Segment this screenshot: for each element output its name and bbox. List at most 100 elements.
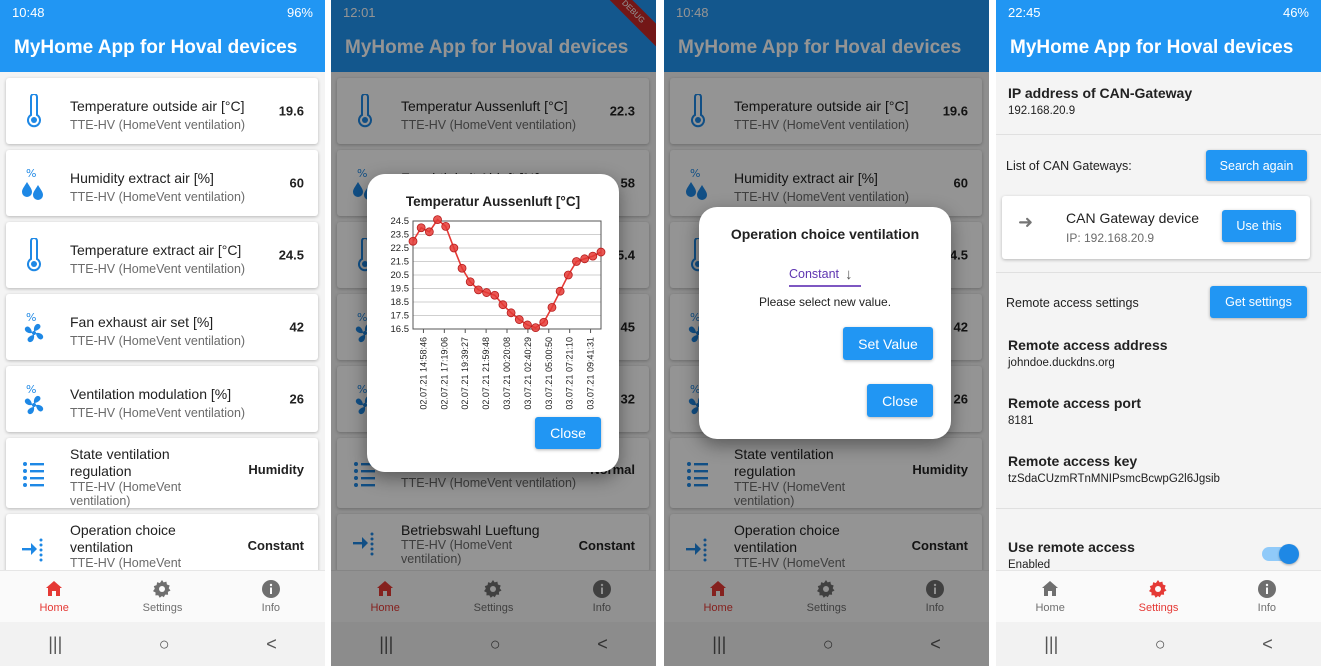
settings-body: IP address of CAN-Gateway 192.168.20.9 L…: [996, 72, 1321, 570]
list-icon: [20, 456, 48, 490]
use-remote-access-label: Use remote access: [1008, 539, 1135, 555]
nav-home-label: Home: [1035, 602, 1065, 614]
thermometer-icon: [20, 238, 48, 272]
close-button[interactable]: Close: [535, 417, 601, 449]
data-point: [506, 308, 516, 318]
arrow-down-icon: ↓: [845, 265, 853, 283]
chart-title: Temperatur Aussenluft [°C]: [406, 194, 580, 209]
status-bar: 10:48 96%: [0, 0, 325, 24]
nav-settings-label: Settings: [142, 602, 183, 614]
use-remote-access-status: Enabled: [1008, 559, 1051, 570]
remote-key-label: Remote access key: [1008, 453, 1138, 469]
phone-screen-chart: 12:01 DEBUG MyHome App for Hoval devices…: [331, 0, 656, 666]
data-point: [473, 285, 483, 295]
card-temperature-extract[interactable]: Temperature extract air [°C] TTE-HV (Hom…: [6, 222, 318, 288]
fan-icon: [20, 382, 48, 416]
card-value: 42: [289, 319, 304, 335]
remote-address-value[interactable]: johndoe.duckdns.org: [1008, 357, 1115, 369]
data-point: [531, 323, 541, 333]
remote-address-label: Remote access address: [1008, 337, 1168, 353]
card-operation-choice[interactable]: Operation choice ventilation TTE-HV (Hom…: [6, 514, 318, 570]
search-again-button[interactable]: Search again: [1206, 150, 1307, 181]
data-point: [547, 302, 557, 312]
card-subtitle: TTE-HV (HomeVent ventilation): [70, 556, 182, 570]
card-humidity-extract[interactable]: Humidity extract air [%] TTE-HV (HomeVen…: [6, 150, 318, 216]
data-point: [596, 247, 606, 257]
humidity-icon: [20, 166, 48, 200]
operation-choice-dialog: Operation choice ventilation Constant ↓ …: [699, 207, 951, 439]
nav-info[interactable]: Info: [217, 571, 325, 622]
recents-button[interactable]: |||: [1044, 634, 1058, 655]
nav-settings[interactable]: Settings: [1104, 571, 1212, 622]
system-navigation: ||| ○ <: [996, 622, 1321, 666]
close-button[interactable]: Close: [867, 384, 933, 417]
system-home-button[interactable]: ○: [1155, 634, 1166, 655]
y-tick-label: 22.5: [391, 243, 410, 254]
card-title: Temperature extract air [°C]: [70, 242, 242, 258]
divider: [996, 508, 1321, 509]
remote-access-toggle[interactable]: [1262, 544, 1299, 564]
x-tick-label: 02.07.21 14:58:46: [418, 337, 428, 410]
data-point: [449, 243, 459, 253]
nav-info-label: Info: [261, 602, 280, 614]
gateway-ip: IP: 192.168.20.9: [1066, 231, 1155, 245]
data-point: [465, 277, 475, 287]
x-tick-label: 03.07.21 07:21:10: [565, 337, 575, 410]
home-icon: [44, 579, 64, 599]
card-subtitle: TTE-HV (HomeVent ventilation): [70, 480, 182, 508]
card-subtitle: TTE-HV (HomeVent ventilation): [70, 190, 246, 204]
status-time: 22:45: [1008, 4, 1041, 20]
home-icon: [1040, 579, 1060, 599]
system-home-button[interactable]: ○: [159, 634, 170, 655]
x-tick-label: 02.07.21 19:39:27: [460, 337, 470, 410]
data-point: [433, 215, 442, 225]
temperature-chart: Temperatur Aussenluft [°C] 24.5 23.5 22.5 2…: [391, 194, 606, 410]
set-value-button[interactable]: Set Value: [843, 327, 933, 360]
gear-icon: [1148, 579, 1168, 599]
app-title: MyHome App for Hoval devices: [996, 24, 1321, 72]
back-button[interactable]: <: [1262, 634, 1273, 655]
remote-port-value[interactable]: 8181: [1008, 415, 1034, 427]
card-value: 60: [289, 175, 304, 191]
data-point: [408, 236, 418, 246]
nav-home[interactable]: Home: [996, 571, 1104, 622]
card-value: 19.6: [278, 103, 304, 119]
card-title: Fan exhaust air set [%]: [70, 314, 214, 330]
card-value: 24.5: [278, 247, 304, 263]
y-tick-label: 23.5: [391, 230, 410, 241]
arrow-right-icon: ➜: [1018, 212, 1034, 232]
x-tick-label: 03.07.21 09:41:31: [586, 337, 596, 410]
get-settings-button[interactable]: Get settings: [1210, 286, 1307, 318]
nav-home[interactable]: Home: [0, 571, 108, 622]
ip-address-label: IP address of CAN-Gateway: [1008, 85, 1193, 101]
info-icon: [1257, 579, 1277, 599]
y-tick-label: 17.5: [391, 311, 410, 322]
card-title: State ventilation regulation: [70, 446, 170, 479]
gateway-card[interactable]: ➜ CAN Gateway device IP: 192.168.20.9 Us…: [1002, 196, 1310, 259]
nav-info[interactable]: Info: [1213, 571, 1321, 622]
x-tick-label: 03.07.21 02:40:29: [523, 337, 533, 410]
remote-key-value[interactable]: tzSdaCUzmRTnMNIPsmcBcwpG2l6Jgsib: [1008, 473, 1220, 485]
status-time: 10:48: [12, 4, 45, 20]
x-tick-label: 03.07.21 00:20:08: [502, 337, 512, 410]
recents-button[interactable]: |||: [48, 634, 62, 655]
card-temperature-outside[interactable]: Temperature outside air [°C] TTE-HV (Hom…: [6, 78, 318, 144]
toggle-knob: [1279, 544, 1299, 564]
use-this-button[interactable]: Use this: [1222, 210, 1296, 242]
card-ventilation-modulation[interactable]: Ventilation modulation [%] TTE-HV (HomeV…: [6, 366, 318, 432]
data-point: [498, 300, 508, 310]
data-point: [523, 320, 532, 330]
phone-screen-home: 10:48 96% MyHome App for Hoval devices T…: [0, 0, 325, 666]
nav-settings[interactable]: Settings: [108, 571, 216, 622]
card-title: Humidity extract air [%]: [70, 170, 214, 186]
data-point: [416, 223, 426, 233]
card-fan-exhaust[interactable]: Fan exhaust air set [%] TTE-HV (HomeVent…: [6, 294, 318, 360]
system-navigation: ||| ○ <: [0, 622, 325, 666]
divider: [996, 134, 1321, 135]
thermometer-icon: [20, 94, 48, 128]
back-button[interactable]: <: [266, 634, 277, 655]
status-bar: 22:45 46%: [996, 0, 1321, 24]
gateway-name: CAN Gateway device: [1066, 210, 1200, 226]
operation-dropdown[interactable]: Constant ↓: [789, 263, 861, 287]
card-state-ventilation[interactable]: State ventilation regulation TTE-HV (Hom…: [6, 438, 318, 508]
